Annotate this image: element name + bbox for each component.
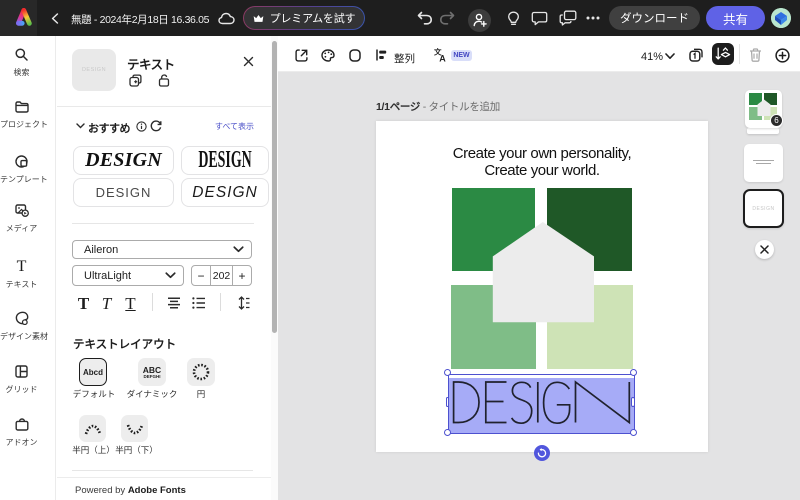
svg-text:A: A xyxy=(439,53,446,62)
